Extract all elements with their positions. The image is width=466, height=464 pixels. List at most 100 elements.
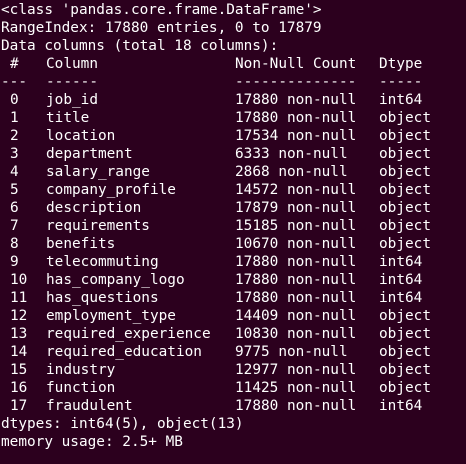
header-column: Column [46,56,98,72]
row-dtype: object [379,308,431,324]
row-num: 14 [10,344,28,360]
table-row: 2 location 17534 non-null object [1,127,466,145]
row-dtype: int64 [379,398,423,414]
table-row: 7 requirements 15185 non-null object [1,217,466,235]
data-columns-line: Data columns (total 18 columns): [1,38,279,54]
table-separator: --- ------ -------------- ----- [1,73,466,91]
table-row: 3 department 6333 non-null object [1,145,466,163]
row-dtype: int64 [379,290,423,306]
table-row: 6 description 17879 non-null object [1,199,466,217]
range-index-line: RangeIndex: 17880 entries, 0 to 17879 [1,20,322,36]
terminal-output[interactable]: <class 'pandas.core.frame.DataFrame'> Ra… [0,0,466,464]
row-num: 10 [10,272,28,288]
dtypes-line: dtypes: int64(5), object(13) [1,416,244,432]
table-row: 5 company_profile 14572 non-null object [1,181,466,199]
row-column-name: department [46,146,133,162]
row-non-null-count: 17880 non-null [235,290,357,306]
table-row: 14 required_education 9775 non-null object [1,343,466,361]
row-non-null-count: 10670 non-null [235,236,357,252]
row-non-null-count: 17880 non-null [235,272,357,288]
row-column-name: required_experience [46,326,211,342]
row-dtype: object [379,344,431,360]
table-row: 12 employment_type 14409 non-null object [1,307,466,325]
row-num: 4 [10,164,19,180]
row-non-null-count: 17879 non-null [235,200,357,216]
row-column-name: has_company_logo [46,272,185,288]
row-num: 8 [10,236,19,252]
row-column-name: salary_range [46,164,150,180]
table-row: 16 function 11425 non-null object [1,379,466,397]
row-non-null-count: 17880 non-null [235,110,357,126]
table-row: 15 industry 12977 non-null object [1,361,466,379]
row-non-null-count: 12977 non-null [235,362,357,378]
row-dtype: int64 [379,254,423,270]
row-dtype: object [379,218,431,234]
table-row: 8 benefits 10670 non-null object [1,235,466,253]
row-num: 9 [10,254,19,270]
table-row: 1 title 17880 non-null object [1,109,466,127]
row-dtype: int64 [379,92,423,108]
separator-dtype: ----- [379,74,423,90]
separator-column: ------ [46,74,98,90]
row-non-null-count: 17880 non-null [235,398,357,414]
row-num: 2 [10,128,19,144]
row-num: 11 [10,290,28,306]
row-column-name: industry [46,362,116,378]
table-row: 13 required_experience 10830 non-null objec… [1,325,466,343]
row-dtype: object [379,326,431,342]
table-row: 0 job_id 17880 non-null int64 [1,91,466,109]
row-dtype: object [379,380,431,396]
separator-non-null: -------------- [235,74,357,90]
row-column-name: benefits [46,236,116,252]
row-non-null-count: 14572 non-null [235,182,357,198]
row-column-name: location [46,128,116,144]
table-rows: 0 job_id 17880 non-null int64 1 title 17880 no… [1,91,466,415]
row-dtype: object [379,146,431,162]
row-column-name: required_education [46,344,202,360]
row-num: 6 [10,200,19,216]
row-num: 15 [10,362,28,378]
row-dtype: int64 [379,272,423,288]
row-column-name: title [46,110,90,126]
row-num: 3 [10,146,19,162]
row-column-name: fraudulent [46,398,133,414]
row-column-name: company_profile [46,182,176,198]
row-num: 1 [10,110,19,126]
memory-usage-line: memory usage: 2.5+ MB [1,434,183,450]
row-column-name: function [46,380,116,396]
table-header: # Column Non-Null Count Dtype [1,55,466,73]
row-column-name: description [46,200,142,216]
header-dtype: Dtype [379,56,423,72]
row-column-name: employment_type [46,308,176,324]
header-num: # [10,56,19,72]
row-non-null-count: 14409 non-null [235,308,357,324]
row-column-name: job_id [46,92,98,108]
row-non-null-count: 15185 non-null [235,218,357,234]
row-non-null-count: 11425 non-null [235,380,357,396]
row-dtype: object [379,200,431,216]
row-dtype: object [379,128,431,144]
row-non-null-count: 17534 non-null [235,128,357,144]
row-dtype: object [379,182,431,198]
row-non-null-count: 2868 non-null [235,164,348,180]
row-num: 13 [10,326,28,342]
row-non-null-count: 17880 non-null [235,254,357,270]
table-row: 9 telecommuting 17880 non-null int64 [1,253,466,271]
row-non-null-count: 17880 non-null [235,92,357,108]
row-dtype: object [379,110,431,126]
table-row: 10 has_company_logo 17880 non-null int64 [1,271,466,289]
row-num: 12 [10,308,28,324]
class-line: <class 'pandas.core.frame.DataFrame'> [1,2,322,18]
row-column-name: requirements [46,218,150,234]
row-column-name: telecommuting [46,254,159,270]
table-row: 17 fraudulent 17880 non-null int64 [1,397,466,415]
row-dtype: object [379,236,431,252]
row-num: 16 [10,380,28,396]
row-non-null-count: 6333 non-null [235,146,348,162]
row-dtype: object [379,362,431,378]
row-non-null-count: 9775 non-null [235,344,348,360]
row-num: 0 [10,92,19,108]
row-num: 7 [10,218,19,234]
row-non-null-count: 10830 non-null [235,326,357,342]
table-row: 11 has_questions 17880 non-null int64 [1,289,466,307]
